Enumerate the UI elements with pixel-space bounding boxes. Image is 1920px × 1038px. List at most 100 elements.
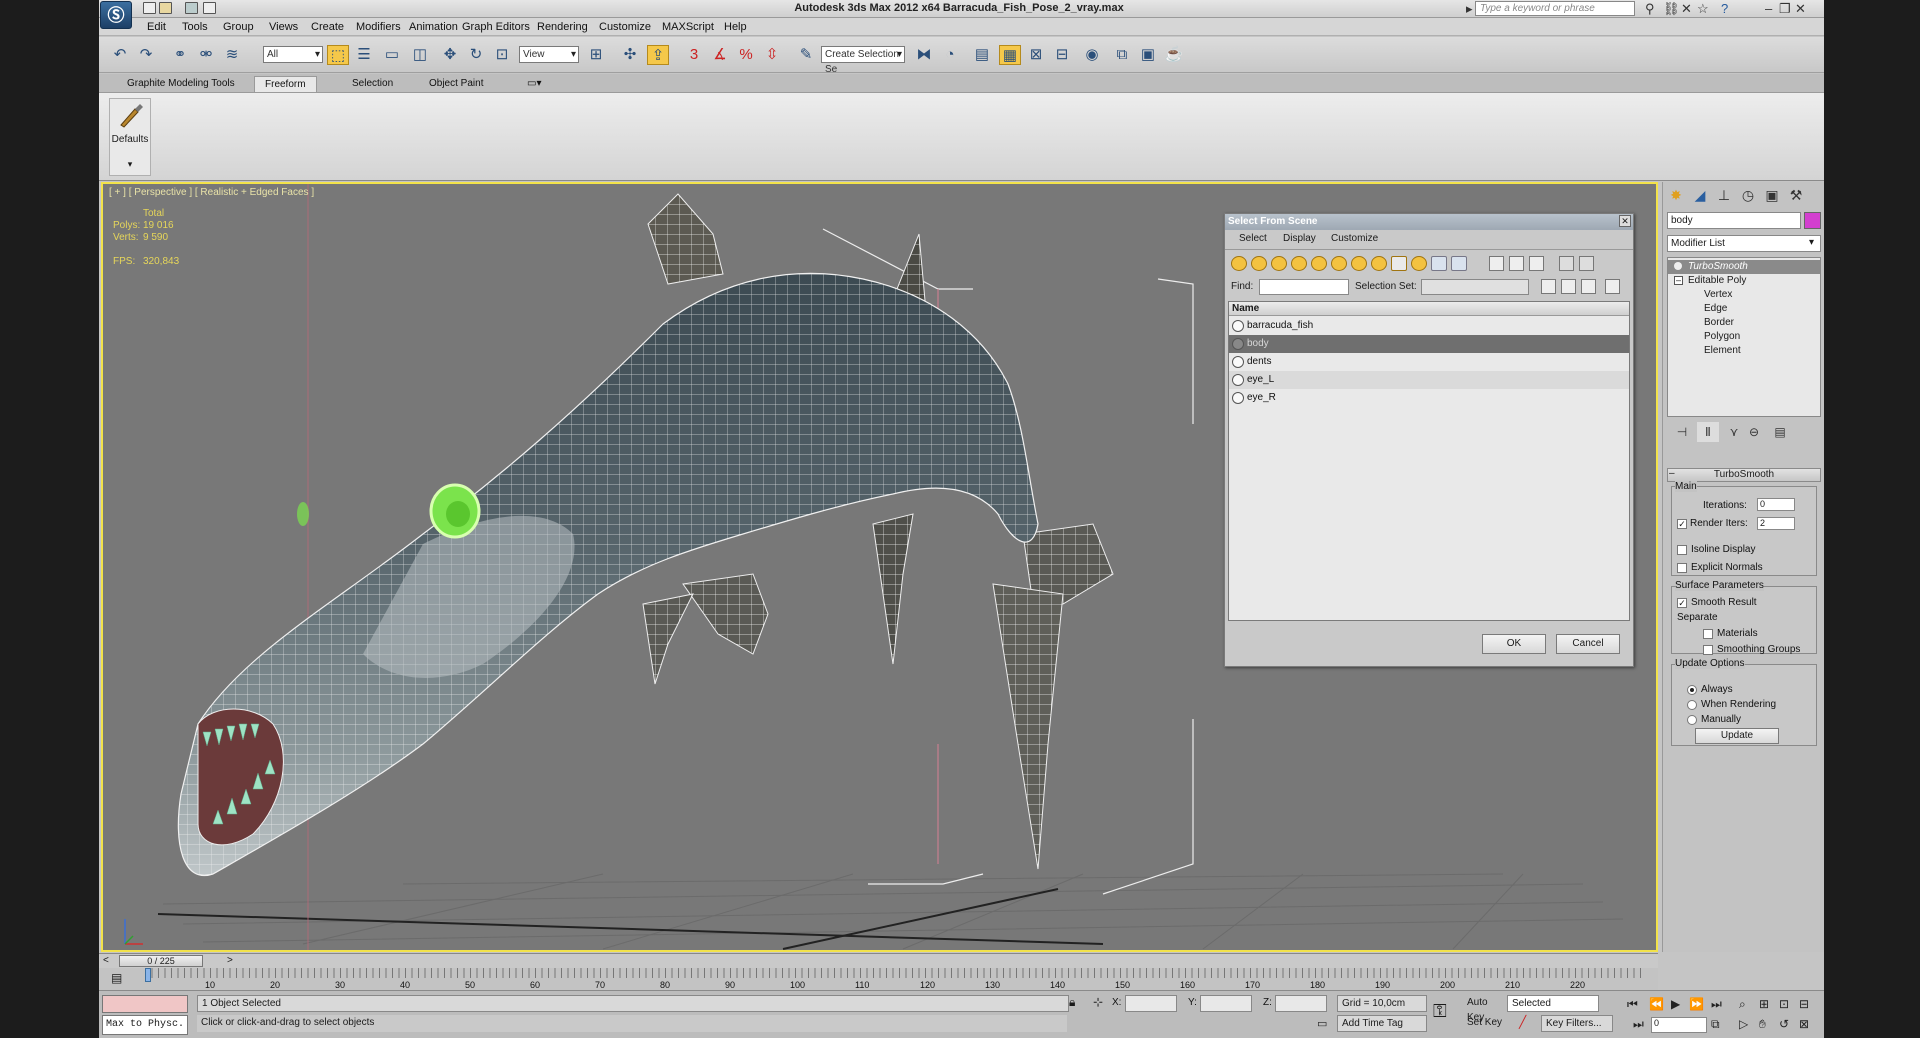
x-coordinate-field[interactable] bbox=[1125, 995, 1177, 1012]
display-cameras-icon[interactable] bbox=[1291, 256, 1307, 271]
render-production-icon[interactable]: ☕ bbox=[1163, 45, 1185, 65]
display-helpers-icon[interactable] bbox=[1311, 256, 1327, 271]
goto-start-icon[interactable]: ⏮ bbox=[1627, 997, 1638, 1012]
next-frame-icon[interactable]: > bbox=[227, 955, 233, 966]
create-tab-icon[interactable]: ✸ bbox=[1665, 185, 1687, 205]
z-coordinate-field[interactable] bbox=[1275, 995, 1327, 1012]
list-item[interactable]: barracuda_fish bbox=[1229, 317, 1629, 335]
reference-coordinate-dropdown[interactable]: View bbox=[519, 46, 579, 63]
display-shapes-icon[interactable] bbox=[1251, 256, 1267, 271]
cancel-button[interactable]: Cancel bbox=[1556, 634, 1620, 654]
select-and-manipulate-icon[interactable]: ✣ bbox=[619, 45, 641, 65]
smooth-result-checkbox[interactable]: ✓ bbox=[1677, 598, 1687, 608]
set-key-mode-icon[interactable]: ╱ bbox=[1519, 1015, 1526, 1029]
zoom-extents-icon[interactable]: ⊡ bbox=[1779, 997, 1789, 1011]
make-unique-icon[interactable]: ⋎ bbox=[1723, 422, 1745, 442]
favorites-icon[interactable]: ☆ bbox=[1697, 0, 1709, 17]
y-coordinate-field[interactable] bbox=[1200, 995, 1252, 1012]
maximize-viewport-icon[interactable]: ⊠ bbox=[1799, 1017, 1809, 1031]
prev-frame-icon[interactable]: < bbox=[103, 955, 109, 966]
menu-customize[interactable]: Customize bbox=[599, 21, 651, 33]
create-selection-set-icon[interactable] bbox=[1541, 279, 1556, 294]
named-selection-dropdown[interactable]: Create Selection Se bbox=[821, 46, 905, 75]
orbit-icon[interactable]: ↺ bbox=[1779, 1017, 1789, 1031]
ok-button[interactable]: OK bbox=[1482, 634, 1546, 654]
menu-edit[interactable]: Edit bbox=[147, 21, 166, 33]
display-hidden-icon[interactable] bbox=[1451, 256, 1467, 271]
object-color-swatch[interactable] bbox=[1804, 212, 1821, 229]
selection-set-dropdown[interactable] bbox=[1421, 279, 1529, 295]
list-item[interactable]: eye_L bbox=[1229, 371, 1629, 389]
binoculars-icon[interactable]: ⚲ bbox=[1645, 0, 1655, 17]
pin-stack-icon[interactable]: ⊣ bbox=[1671, 422, 1693, 442]
menu-maxscript[interactable]: MAXScript bbox=[662, 21, 714, 33]
application-menu-button[interactable]: Ⓢ bbox=[100, 1, 132, 29]
redo-icon[interactable]: ↷ bbox=[135, 45, 157, 65]
sync-selection-icon[interactable] bbox=[1605, 279, 1620, 294]
display-all-icon[interactable] bbox=[1489, 256, 1504, 271]
layer-manager-icon[interactable]: ▤ bbox=[971, 45, 993, 65]
minimize-icon[interactable]: – bbox=[1765, 0, 1772, 17]
object-name-input[interactable]: body bbox=[1667, 212, 1801, 229]
always-radio[interactable] bbox=[1687, 685, 1697, 695]
new-file-icon[interactable] bbox=[143, 2, 156, 14]
graphite-toggle-icon[interactable]: ▦ bbox=[999, 45, 1021, 65]
keyboard-shortcut-override-icon[interactable]: ⇪ bbox=[647, 45, 669, 65]
update-button[interactable]: Update bbox=[1695, 728, 1779, 744]
subscription-icon[interactable]: ⛓ bbox=[1663, 0, 1680, 17]
menu-group[interactable]: Group bbox=[223, 21, 254, 33]
key-mode-toggle-icon[interactable]: ⏭ bbox=[1633, 1017, 1644, 1032]
tab-freeform[interactable]: Freeform bbox=[254, 76, 317, 92]
modify-tab-icon[interactable]: ◢ bbox=[1689, 185, 1711, 205]
stack-item-turbosmooth[interactable]: TurboSmooth bbox=[1668, 260, 1820, 274]
stack-sub-edge[interactable]: Edge bbox=[1668, 302, 1820, 316]
align-icon[interactable]: ◔ bbox=[939, 45, 961, 65]
stack-sub-element[interactable]: Element bbox=[1668, 344, 1820, 358]
menu-views[interactable]: Views bbox=[269, 21, 298, 33]
display-invert-icon[interactable] bbox=[1529, 256, 1544, 271]
iterations-spinner[interactable]: 0 bbox=[1757, 498, 1795, 511]
restore-icon[interactable]: ❐ bbox=[1779, 0, 1791, 17]
menu-rendering[interactable]: Rendering bbox=[537, 21, 588, 33]
render-iters-checkbox[interactable]: ✓ bbox=[1677, 519, 1687, 529]
select-by-name-icon[interactable]: ☰ bbox=[353, 45, 375, 65]
filter-options-icon[interactable] bbox=[1579, 256, 1594, 271]
set-key-button[interactable]: Set Key bbox=[1463, 1015, 1505, 1032]
name-column-header[interactable]: Name bbox=[1229, 302, 1629, 316]
turbosmooth-rollout-header[interactable]: TurboSmooth bbox=[1667, 468, 1821, 482]
move-icon[interactable]: ✥ bbox=[439, 45, 461, 65]
select-and-link-icon[interactable]: ⚭ bbox=[169, 45, 191, 65]
display-groups-icon[interactable] bbox=[1351, 256, 1367, 271]
isoline-display-checkbox[interactable] bbox=[1677, 545, 1687, 555]
field-of-view-icon[interactable]: ▷ bbox=[1739, 1017, 1748, 1031]
viewport-label-menu[interactable]: [ + ] [ Perspective ] [ Realistic + Edge… bbox=[109, 187, 314, 198]
stack-sub-border[interactable]: Border bbox=[1668, 316, 1820, 330]
time-tag-icon[interactable]: ▭ bbox=[1317, 1017, 1327, 1030]
pivot-center-icon[interactable]: ⊞ bbox=[585, 45, 607, 65]
eye-right[interactable] bbox=[297, 502, 309, 526]
edit-named-selection-icon[interactable]: ✎ bbox=[795, 45, 817, 65]
menu-tools[interactable]: Tools bbox=[182, 21, 208, 33]
manually-radio[interactable] bbox=[1687, 715, 1697, 725]
curve-editor-icon[interactable]: ⊠ bbox=[1025, 45, 1047, 65]
display-xrefs-icon[interactable] bbox=[1371, 256, 1387, 271]
zoom-all-icon[interactable]: ⊞ bbox=[1759, 997, 1769, 1011]
select-object-icon[interactable]: ⬚ bbox=[327, 45, 349, 65]
pan-view-icon[interactable]: ✋︎ bbox=[1759, 1017, 1766, 1032]
tab-selection[interactable]: Selection bbox=[342, 76, 403, 92]
smoothing-groups-checkbox[interactable] bbox=[1703, 645, 1713, 655]
expand-minus-icon[interactable]: – bbox=[1674, 276, 1683, 285]
list-item[interactable]: body bbox=[1229, 335, 1629, 353]
material-editor-icon[interactable]: ◉ bbox=[1081, 45, 1103, 65]
schematic-view-icon[interactable]: ⊟ bbox=[1051, 45, 1073, 65]
configure-sets-icon[interactable]: ▤ bbox=[1769, 422, 1791, 442]
dialog-menu-display[interactable]: Display bbox=[1283, 233, 1316, 244]
save-icon[interactable] bbox=[185, 2, 198, 14]
track-bar[interactable]: ▤ 10 20 30 40 50 60 70 80 90 100 110 120 130 140 150 16… bbox=[99, 968, 1658, 990]
render-iters-spinner[interactable]: 2 bbox=[1757, 517, 1795, 530]
stack-sub-vertex[interactable]: Vertex bbox=[1668, 288, 1820, 302]
display-containers-icon[interactable] bbox=[1411, 256, 1427, 271]
rotate-icon[interactable]: ↻ bbox=[465, 45, 487, 65]
display-tab-icon[interactable]: ▣ bbox=[1761, 185, 1783, 205]
defaults-brush-button[interactable]: Defaults ▾ bbox=[109, 98, 151, 176]
